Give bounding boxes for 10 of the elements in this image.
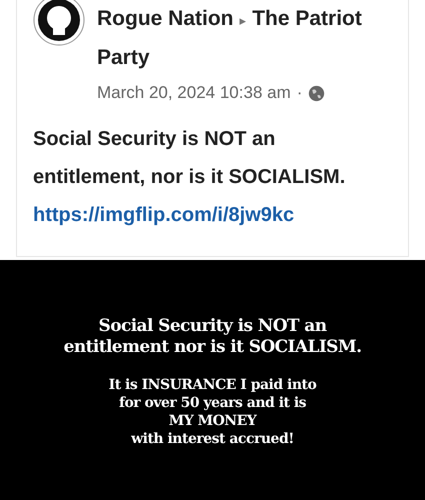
post-link[interactable]: https://imgflip.com/i/8jw9kc: [33, 196, 396, 234]
meme-image[interactable]: Social Security is NOT an entitlement nor is it SOCIALISM. It is INSURANCE I paid into for over 50 years and it is MY MONEY with interest accrued!: [0, 260, 425, 500]
timestamp[interactable]: March 20, 2024 10:38 am: [97, 78, 291, 108]
meme-text: It is INSURANCE I paid into for over 50 years and it is MY MONEY with interest accrued!: [108, 376, 316, 448]
meme-headline: Social Security is NOT an entitlement nor is it SOCIALISM.: [64, 316, 362, 358]
globe-icon: [308, 84, 326, 102]
separator-dot: ·: [296, 82, 302, 104]
post-title[interactable]: Rogue Nation ▸ The Patriot Party: [97, 0, 396, 76]
avatar-icon[interactable]: [33, 0, 85, 46]
post-text: Social Security is NOT an entitlement, nor is it SOCIALISM.: [33, 127, 346, 190]
